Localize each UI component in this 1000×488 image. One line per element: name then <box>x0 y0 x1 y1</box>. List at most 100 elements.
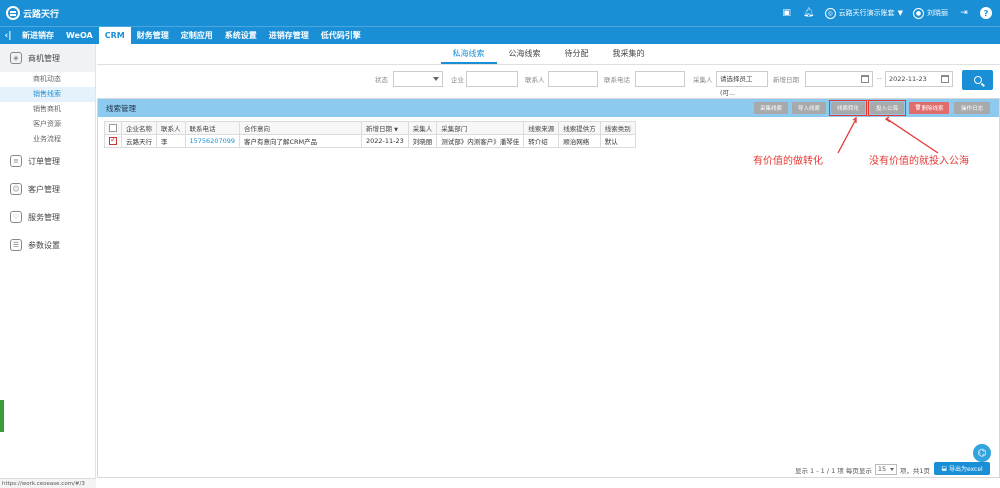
date-from-input[interactable] <box>805 71 873 87</box>
sidebar-group-service[interactable]: ♡ 服务管理 <box>0 203 95 231</box>
date-label: 新增日期 <box>773 76 799 84</box>
operation-log-button[interactable]: 操作日志 <box>954 102 990 114</box>
nav-item-system-settings[interactable]: 系统设置 <box>219 27 263 45</box>
tab-unassigned[interactable]: 待分配 <box>553 44 601 64</box>
bell-icon[interactable]: 🔔︎ <box>803 7 815 19</box>
col-collector[interactable]: 采集人 <box>407 121 438 135</box>
filter-bar: 状态 企业 联系人 联系电话 采集人 请选择员工 (可... 新增日期 -- 2… <box>97 70 1000 97</box>
export-icon: ⬓ <box>941 465 947 472</box>
nav-item-finance[interactable]: 财务管理 <box>131 27 175 45</box>
floating-service-icon[interactable]: ⌬ <box>973 444 991 462</box>
cell-dept: 测试部》内测客户》潘琴佳 <box>436 134 525 148</box>
sidebar-group-customers[interactable]: ☺ 客户管理 <box>0 175 95 203</box>
sidebar-item-customer-resources[interactable]: 客户资源 <box>0 117 95 132</box>
collector-select[interactable]: 请选择员工 (可... <box>716 71 768 97</box>
select-all-checkbox[interactable] <box>109 124 117 132</box>
trash-icon: 🗑︎ <box>914 105 922 111</box>
table-row[interactable]: 云路天行 李 15756207099 客户有意向了解CRM产品 2022-11-… <box>104 134 636 148</box>
pagination-info: 显示 1 - 1 / 1 项 每页显示 15 项，共1页 <box>795 464 930 475</box>
nav-collapse-icon[interactable]: ‹| <box>0 31 16 41</box>
sidebar: ◈ 商机管理 商机动态 销售线索 销售商机 客户资源 业务流程 ≡ 订单管理 ☺… <box>0 44 96 488</box>
main-content: 私海线索 公海线索 待分配 我采集的 状态 企业 联系人 联系电话 采集人 请选… <box>97 44 1000 488</box>
date-to-value: 2022-11-23 <box>889 75 927 83</box>
nav-item-lowcode[interactable]: 低代码引擎 <box>315 27 367 45</box>
page-size-select[interactable]: 15 <box>874 464 897 475</box>
date-separator: -- <box>877 74 882 82</box>
col-category[interactable]: 线索类别 <box>599 121 636 135</box>
phone-input[interactable] <box>635 71 685 87</box>
app-logo[interactable]: 云路天行 <box>6 6 59 20</box>
col-company[interactable]: 企业名称 <box>121 121 157 135</box>
col-date-label: 新增日期 <box>366 125 392 133</box>
col-phone[interactable]: 联系电话 <box>184 121 240 135</box>
date-to-input[interactable]: 2022-11-23 <box>885 71 953 87</box>
row-checkbox[interactable] <box>109 135 117 145</box>
col-provider[interactable]: 线索提供方 <box>558 121 601 135</box>
annotation-public-note: 没有价值的就投入公海 <box>869 156 969 167</box>
logout-icon[interactable]: ⇥ <box>958 7 970 19</box>
sidebar-group-label: 客户管理 <box>28 184 60 194</box>
nav-item-crm[interactable]: CRM <box>98 26 131 45</box>
col-contact[interactable]: 联系人 <box>156 121 186 135</box>
cell-source: 转介绍 <box>523 134 560 148</box>
col-source[interactable]: 线索来源 <box>523 121 560 135</box>
sidebar-item-sales-leads[interactable]: 销售线索 <box>0 87 95 102</box>
phone-label: 联系电话 <box>604 76 630 84</box>
contact-input[interactable] <box>548 71 598 87</box>
col-intent[interactable]: 合作意向 <box>239 121 362 135</box>
sidebar-group-label: 参数设置 <box>28 240 60 250</box>
chevron-down-icon <box>889 468 894 471</box>
main-nav: ‹| 新进销存 WeOA CRM 财务管理 定制应用 系统设置 进销存管理 低代… <box>0 26 1000 45</box>
tab-private-leads[interactable]: 私海线索 <box>440 44 497 64</box>
sidebar-group-label: 商机管理 <box>28 53 60 63</box>
company-label: 企业 <box>451 76 464 84</box>
nav-item-inventory-management[interactable]: 进销存管理 <box>263 27 315 45</box>
col-date[interactable]: 新增日期 ▼ <box>361 121 409 135</box>
chevron-down-icon <box>433 77 439 81</box>
sidebar-group-orders[interactable]: ≡ 订单管理 <box>0 147 95 175</box>
search-icon <box>973 76 982 84</box>
calendar-icon[interactable] <box>861 75 869 83</box>
search-button[interactable] <box>962 70 993 90</box>
screen-icon[interactable]: ▣ <box>781 7 793 19</box>
status-url: https://work.ceoease.com/#/3 <box>0 478 96 488</box>
export-excel-button[interactable]: ⬓ 导出为excel <box>934 462 990 475</box>
col-dept[interactable]: 采集部门 <box>436 121 525 135</box>
account-icon: ◎ <box>824 7 836 19</box>
collect-lead-button[interactable]: 采集线索 <box>754 102 788 114</box>
nav-item-weoa[interactable]: WeOA <box>60 27 99 45</box>
cell-collector: 刘晓丽 <box>407 134 438 148</box>
account-name: 云路天行演示账套 <box>838 9 895 17</box>
list-icon: ☰ <box>10 239 22 251</box>
nav-item-new-inventory[interactable]: 新进销存 <box>16 27 60 45</box>
cell-intent: 客户有意向了解CRM产品 <box>239 134 362 148</box>
tab-public-leads[interactable]: 公海线索 <box>497 44 553 64</box>
status-select[interactable] <box>393 71 443 87</box>
top-right-actions: ▣ 🔔︎ ◎ 云路天行演示账套 ▼ ● 刘晓丽 ⇥ ? <box>781 5 992 21</box>
pagination-summary: 显示 1 - 1 / 1 项 每页显示 <box>794 466 872 475</box>
account-switcher[interactable]: ◎ 云路天行演示账套 ▼ <box>824 7 903 19</box>
sidebar-group-opportunity[interactable]: ◈ 商机管理 <box>0 44 95 72</box>
panel-title: 线索管理 <box>106 103 136 113</box>
logo-icon <box>6 6 20 20</box>
cube-icon: ◈ <box>10 52 22 64</box>
pagination-bar: 显示 1 - 1 / 1 项 每页显示 15 项，共1页 ⬓ 导出为excel <box>97 460 1000 478</box>
side-drawer-handle[interactable] <box>0 400 4 432</box>
chevron-down-icon: ▼ <box>897 9 903 17</box>
cell-category: 默认 <box>599 134 636 148</box>
help-icon[interactable]: ? <box>980 7 992 19</box>
nav-item-custom-apps[interactable]: 定制应用 <box>175 27 219 45</box>
delete-lead-button[interactable]: 🗑︎ 删除线索 <box>909 102 949 114</box>
sidebar-item-opportunity-feed[interactable]: 商机动态 <box>0 72 95 87</box>
import-lead-button[interactable]: 导入线索 <box>792 102 826 114</box>
calendar-icon[interactable] <box>941 75 949 83</box>
sidebar-item-business-process[interactable]: 业务流程 <box>0 132 95 147</box>
sidebar-group-params[interactable]: ☰ 参数设置 <box>0 231 95 259</box>
sidebar-item-sales-opportunities[interactable]: 销售商机 <box>0 102 95 117</box>
heart-icon: ♡ <box>10 211 22 223</box>
page-size-value: 15 <box>877 465 887 473</box>
tab-my-collected[interactable]: 我采集的 <box>601 44 657 64</box>
user-menu[interactable]: ● 刘晓丽 <box>913 7 948 19</box>
company-input[interactable] <box>466 71 518 87</box>
cell-phone-link[interactable]: 15756207099 <box>184 134 240 148</box>
